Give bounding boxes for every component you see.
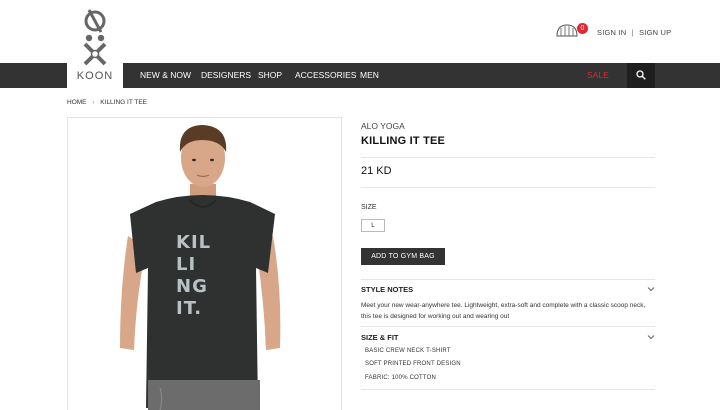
divider bbox=[361, 279, 655, 280]
size-option-l[interactable]: L bbox=[361, 219, 385, 232]
breadcrumb-home[interactable]: HOME bbox=[67, 99, 87, 106]
account-links: SIGN IN | SIGN UP bbox=[597, 28, 671, 37]
size-fit-toggle[interactable]: SIZE & FIT bbox=[361, 333, 399, 342]
nav-item-sale[interactable]: SALE bbox=[587, 63, 609, 88]
auth-separator: | bbox=[631, 28, 634, 37]
size-fit-item: FABRIC: 100% COTTON bbox=[365, 375, 437, 381]
breadcrumb-current: KILLING IT TEE bbox=[100, 99, 148, 106]
gym-bag-icon[interactable] bbox=[556, 23, 578, 37]
size-fit-item: BASIC CREW NECK T-SHIRT bbox=[365, 348, 451, 354]
product-price: 21 KD bbox=[361, 165, 392, 177]
sign-in-link[interactable]: SIGN IN bbox=[597, 28, 626, 37]
logo[interactable]: KOON bbox=[67, 0, 123, 88]
koon-logo-icon bbox=[83, 9, 107, 66]
shirt-print-line-2: LI bbox=[176, 254, 196, 275]
breadcrumb-chevron-icon: › bbox=[92, 99, 95, 106]
nav-item-men[interactable]: MEN bbox=[360, 63, 379, 88]
shirt-print-line-4: IT. bbox=[176, 298, 202, 319]
nav-item-designers[interactable]: DESIGNERS bbox=[201, 63, 251, 88]
shirt-print-line-3: NG bbox=[176, 276, 208, 297]
breadcrumb: HOME › KILLING IT TEE bbox=[67, 99, 147, 106]
product-image[interactable]: KIL LI NG IT. bbox=[67, 117, 342, 410]
style-notes-toggle[interactable]: STYLE NOTES bbox=[361, 285, 413, 294]
chevron-down-icon[interactable] bbox=[647, 334, 655, 340]
size-fit-item: SOFT PRINTED FRONT DESIGN bbox=[365, 361, 461, 367]
cart-count-badge: 0 bbox=[577, 23, 588, 34]
chevron-down-icon[interactable] bbox=[647, 286, 655, 292]
product-title: KILLING IT TEE bbox=[361, 135, 446, 147]
product-brand[interactable]: ALO YOGA bbox=[361, 121, 405, 131]
search-button[interactable] bbox=[627, 63, 655, 88]
nav-item-shop[interactable]: SHOP bbox=[258, 63, 282, 88]
divider bbox=[361, 326, 655, 327]
shirt-print-line-1: KIL bbox=[176, 232, 211, 253]
divider bbox=[361, 187, 655, 188]
add-to-gym-bag-button[interactable]: ADD TO GYM BAG bbox=[361, 248, 445, 265]
size-label: SIZE bbox=[361, 204, 377, 211]
nav-item-accessories[interactable]: ACCESSORIES bbox=[295, 63, 356, 88]
sign-up-link[interactable]: SIGN UP bbox=[639, 28, 671, 37]
nav-item-new-now[interactable]: NEW & NOW bbox=[140, 63, 191, 88]
divider bbox=[361, 157, 655, 158]
divider bbox=[361, 389, 655, 390]
search-icon bbox=[636, 70, 646, 80]
logo-wordmark: KOON bbox=[76, 70, 114, 82]
site-header: KOON 0 SIGN IN | SIGN UP bbox=[0, 0, 720, 88]
model-photo: KIL LI NG IT. bbox=[120, 125, 281, 410]
style-notes-text: Meet your new wear-anywhere tee. Lightwe… bbox=[361, 302, 646, 320]
